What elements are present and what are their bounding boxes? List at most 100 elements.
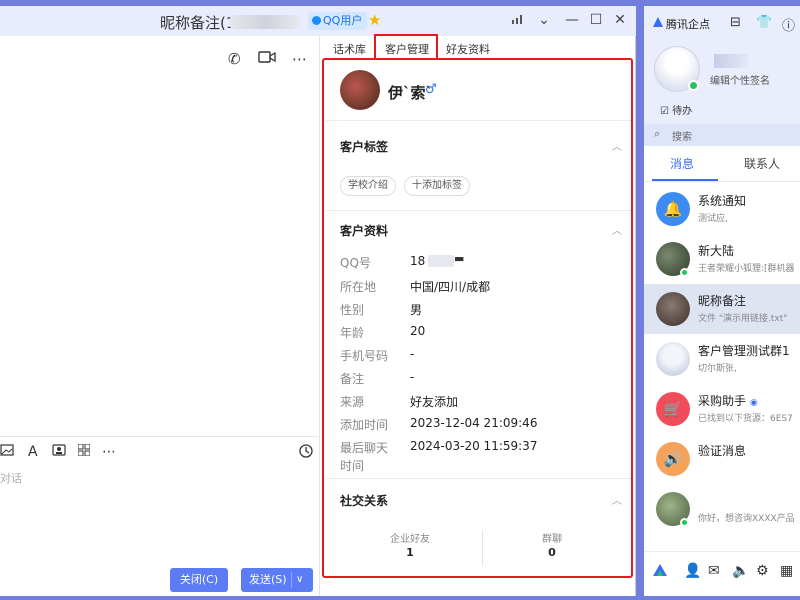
shopping-icon: 🛒 — [656, 392, 690, 426]
field-label: 手机号码 — [340, 349, 389, 363]
tag-chip[interactable]: 学校介绍 — [340, 176, 396, 196]
apps-grid-icon[interactable]: ▦ — [780, 563, 793, 579]
tab-script-library[interactable]: 话术库 — [333, 41, 366, 57]
video-call-icon[interactable] — [258, 50, 276, 68]
font-icon[interactable]: A — [28, 444, 38, 460]
customer-panel: 伊`索` ♂ 客户标签 ︿ 学校介绍 十添加标签 客户资料 ︿ QQ号 18 ▬… — [322, 58, 633, 578]
help-icon[interactable]: ⓘ — [782, 15, 795, 34]
divider — [326, 210, 631, 211]
field-label: 来源 — [340, 395, 365, 409]
image-icon[interactable] — [0, 444, 14, 460]
brand-logo-icon[interactable] — [652, 563, 668, 581]
conversation-item[interactable]: 🛒 采购助手 ◉ 已找到以下货源：6ES7 — [644, 384, 800, 434]
stat-label: 企业好友 — [390, 534, 430, 545]
stat-value[interactable]: 1 — [370, 546, 450, 559]
star-icon[interactable]: ★ — [368, 11, 381, 29]
field-value: 18 — [410, 254, 426, 268]
search-icon: ⌕ — [654, 127, 661, 140]
conversation-preview: 文件 "演示用链接.txt" — [698, 314, 788, 324]
profile-section-title: 客户资料 — [340, 224, 389, 238]
field-label-line2: 时间 — [340, 459, 365, 473]
tab-contacts[interactable]: 联系人 — [744, 155, 780, 172]
desktop: 昵称备注(18 QQ用户 ★ ⌄ — ☐ ✕ ✆ ⋯ A ⋯ 对话 关闭(C) … — [0, 0, 800, 600]
verified-icon: ◉ — [749, 398, 758, 408]
close-button[interactable]: 关闭(C) — [170, 568, 228, 592]
compose-toolbar: A ⋯ — [0, 440, 320, 466]
chat-bubble-icon[interactable]: ▬ — [454, 252, 464, 265]
apps-grid-icon[interactable] — [77, 443, 91, 460]
inbox-icon[interactable]: ⊟ — [730, 15, 741, 30]
field-value: 20 — [410, 324, 426, 338]
online-status-icon — [688, 80, 699, 91]
mail-icon[interactable]: ✉ — [708, 563, 720, 579]
phone-icon[interactable]: ✆ — [228, 50, 241, 68]
speaker-icon[interactable]: 🔈 — [732, 563, 749, 579]
conversation-title: 采购助手 ◉ — [698, 394, 758, 408]
conversation-item[interactable]: 你好，想咨询XXXX产品 — [644, 484, 800, 534]
chevron-down-icon[interactable]: ⌄ — [534, 12, 554, 28]
chevron-up-icon[interactable]: ︿ — [612, 492, 622, 507]
conversation-item[interactable]: 新大陆 王者荣耀小狐狸:[群机器 — [644, 234, 800, 284]
more-tools-icon[interactable]: ⋯ — [102, 444, 116, 460]
stat-label: 群聊 — [542, 534, 562, 545]
add-tag-button[interactable]: 十添加标签 — [404, 176, 470, 196]
redacted-number — [230, 15, 300, 29]
conversation-preview: 已找到以下货源：6ES7 — [698, 414, 793, 424]
online-status-icon — [680, 518, 689, 527]
signature-field[interactable]: 编辑个性签名 — [710, 72, 770, 87]
field-label: 最后聊天 — [340, 441, 389, 455]
compose-input[interactable]: 对话 — [0, 470, 22, 486]
user-avatar — [656, 292, 690, 326]
divider — [291, 572, 292, 588]
conversation-item-selected[interactable]: 昵称备注 文件 "演示用链接.txt" — [644, 284, 800, 334]
send-button-label: 发送(S) — [249, 573, 287, 586]
conversation-item[interactable]: 🔔 系统通知 测试应, — [644, 184, 800, 234]
tab-messages[interactable]: 消息 — [670, 155, 694, 172]
conversation-item[interactable]: 客户管理测试群1 切尔斯张, — [644, 334, 800, 384]
maximize-icon[interactable]: ☐ — [586, 12, 606, 28]
add-contact-icon[interactable]: 👤 — [684, 563, 701, 579]
conversation-preview: 切尔斯张, — [698, 364, 737, 374]
main-tabs: 消息 联系人 — [644, 146, 800, 182]
skin-shirt-icon[interactable]: 👕 — [756, 15, 772, 30]
settings-icon[interactable]: ⚙ — [756, 563, 769, 579]
chevron-up-icon[interactable]: ︿ — [612, 222, 622, 237]
tab-customer-management[interactable]: 客户管理 — [385, 41, 429, 57]
chevron-down-icon[interactable]: ∨ — [296, 568, 303, 592]
conversation-title: 系统通知 — [698, 194, 747, 208]
contact-card-icon[interactable] — [52, 444, 66, 460]
field-value: 2024-03-20 11:59:37 — [410, 439, 538, 453]
conversation-preview: 测试应, — [698, 214, 728, 224]
online-status-icon — [680, 268, 689, 277]
conversation-title: 昵称备注 — [698, 294, 747, 308]
history-icon[interactable] — [299, 444, 313, 462]
chevron-up-icon[interactable]: ︿ — [612, 138, 622, 153]
todo-button[interactable]: ☑ 待办 — [660, 102, 692, 117]
conversation-preview: 王者荣耀小狐狸:[群机器 — [698, 264, 795, 274]
conversation-item[interactable]: 🔊 验证消息 — [644, 434, 800, 484]
conversation-title: 新大陆 — [698, 244, 735, 258]
qq-main-panel: 腾讯企点 ⊟ 👕 ⓘ 编辑个性签名 ☑ 待办 ⌕ 搜索 消息 联系人 🔔 系统通… — [644, 6, 800, 596]
tab-friend-profile[interactable]: 好友资料 — [446, 41, 490, 57]
conversation-title: 验证消息 — [698, 444, 747, 458]
redacted-nickname — [714, 54, 748, 68]
more-icon[interactable]: ⋯ — [292, 50, 307, 68]
field-value: 男 — [410, 303, 423, 317]
social-section-title: 社交关系 — [340, 494, 389, 508]
profile-header: 腾讯企点 ⊟ 👕 ⓘ 编辑个性签名 ☑ 待办 ⌕ 搜索 — [644, 6, 800, 146]
minimize-icon[interactable]: — — [562, 12, 582, 28]
field-label: 备注 — [340, 372, 365, 386]
bottom-toolbar: 👤 ✉ 🔈 ⚙ ▦ — [644, 551, 800, 596]
send-button[interactable]: 发送(S) ∨ — [241, 568, 313, 592]
divider — [326, 478, 631, 479]
field-value: 2023-12-04 21:09:46 — [410, 416, 538, 430]
male-icon: ♂ — [425, 82, 437, 97]
stat-value[interactable]: 0 — [512, 546, 592, 559]
divider — [326, 120, 631, 121]
conversation-preview: 你好，想咨询XXXX产品 — [698, 514, 795, 524]
close-icon[interactable]: ✕ — [610, 12, 630, 28]
bell-icon: 🔔 — [656, 192, 690, 226]
field-value: - — [410, 370, 415, 384]
redacted-number — [428, 255, 454, 267]
search-input[interactable]: ⌕ 搜索 — [644, 124, 800, 146]
